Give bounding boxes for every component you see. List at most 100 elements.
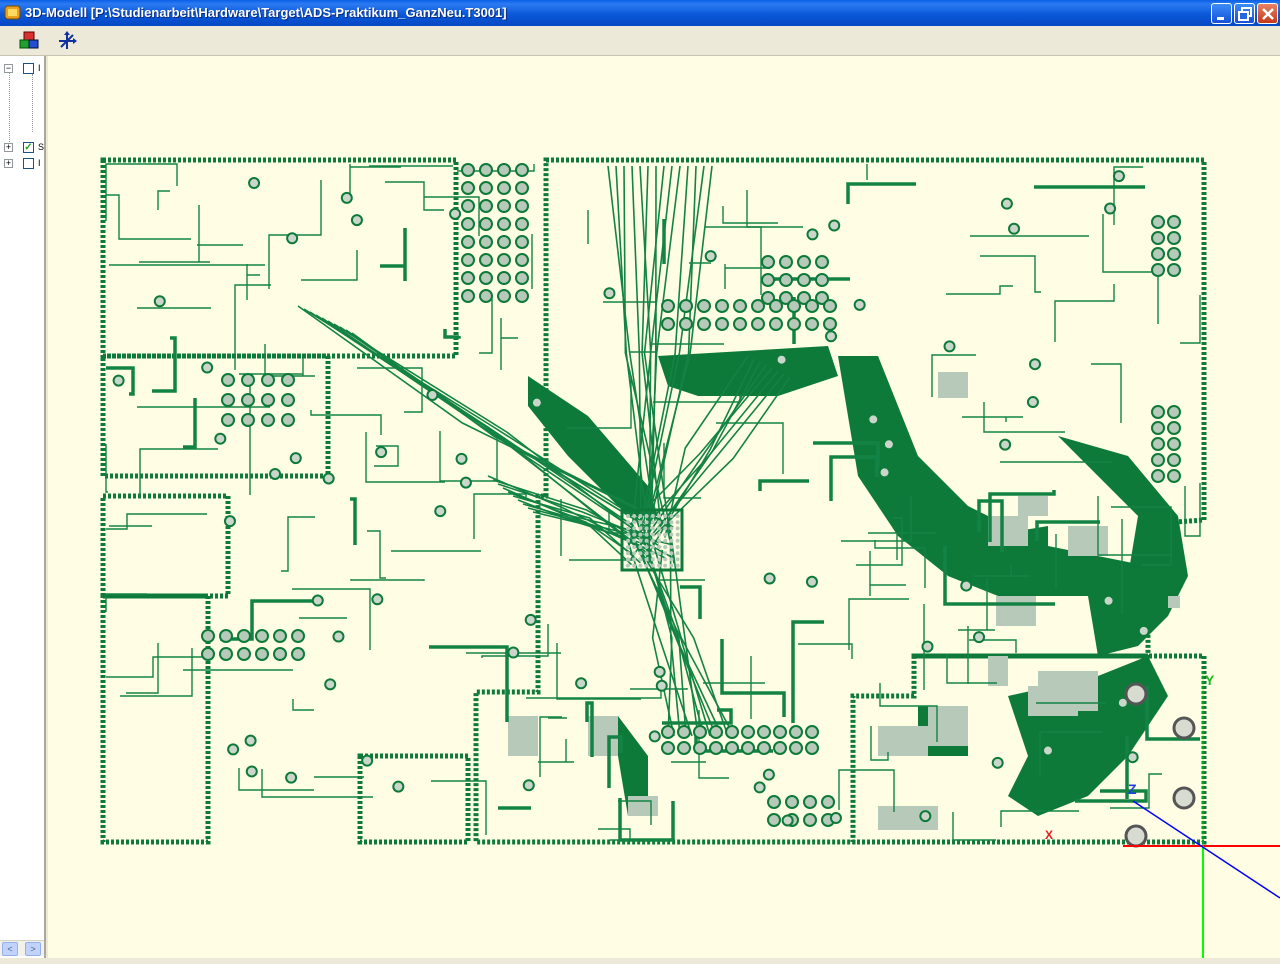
horizontal-scrollbar[interactable]: < > <box>0 940 44 956</box>
layers-3d-button[interactable] <box>17 29 41 53</box>
connector-pin <box>479 253 493 267</box>
trace <box>380 228 407 281</box>
via <box>371 593 384 606</box>
connector-pin <box>697 299 711 313</box>
via <box>459 476 472 489</box>
connector-pin <box>1151 247 1165 261</box>
layer-checkbox[interactable] <box>23 63 34 74</box>
via <box>853 298 866 311</box>
trace <box>429 645 509 722</box>
connector-pin <box>273 647 287 661</box>
bga-ball <box>638 551 643 556</box>
connector-pin <box>803 795 817 809</box>
scroll-left-icon[interactable]: < <box>2 942 18 956</box>
maximize-button[interactable] <box>1234 3 1255 24</box>
bga-ball <box>638 514 643 518</box>
connector-pin <box>281 413 295 427</box>
copper-pours <box>528 346 1188 816</box>
via <box>530 396 543 409</box>
bga-ball <box>644 514 649 518</box>
via <box>1008 222 1021 235</box>
via <box>991 756 1004 769</box>
trace <box>292 588 371 650</box>
tree-label: S <box>38 142 45 152</box>
connector-pin <box>741 725 755 739</box>
via <box>653 665 666 678</box>
connector-pin <box>219 629 233 643</box>
pcb-render[interactable] <box>48 56 1280 958</box>
connector-pin <box>515 163 529 177</box>
collapse-toggle[interactable]: − <box>4 64 13 73</box>
connector-pin <box>515 235 529 249</box>
trace <box>791 620 824 723</box>
connector-pin <box>237 647 251 661</box>
via <box>648 730 661 743</box>
bga-ball <box>632 514 637 518</box>
via <box>1026 396 1039 409</box>
trace <box>720 639 786 717</box>
connector-pin <box>461 181 475 195</box>
minimize-button[interactable] <box>1211 3 1232 24</box>
bga-ball <box>663 545 668 549</box>
connector-pin <box>497 289 511 303</box>
via <box>286 232 299 245</box>
via <box>805 575 818 588</box>
via <box>960 579 973 592</box>
connector-pin <box>241 413 255 427</box>
tree-label: I <box>38 63 41 73</box>
expand-toggle[interactable]: + <box>4 159 13 168</box>
trace <box>183 398 197 449</box>
bga-ball <box>632 557 637 562</box>
connector-pin <box>1167 437 1181 451</box>
close-icon <box>1262 8 1274 20</box>
expand-toggle[interactable]: + <box>4 143 13 152</box>
via <box>763 572 776 585</box>
y-axis-label: Y <box>1205 672 1215 688</box>
bga-ball <box>669 526 674 531</box>
axis-orientation-button[interactable] <box>55 29 79 53</box>
connector-pin <box>823 299 837 313</box>
via <box>1029 358 1042 371</box>
trace <box>869 551 906 596</box>
bga-ball <box>675 526 680 531</box>
via <box>245 765 258 778</box>
connector-pin <box>515 199 529 213</box>
bga-ball <box>663 532 668 537</box>
close-button[interactable] <box>1257 3 1278 24</box>
connector-pin <box>741 741 755 755</box>
bga-ball <box>657 538 661 543</box>
layer-checkbox-checked[interactable]: ✓ <box>23 142 34 153</box>
layer-checkbox[interactable] <box>23 158 34 169</box>
scroll-right-icon[interactable]: > <box>25 942 41 956</box>
via <box>248 177 261 190</box>
toolbar <box>0 26 1280 56</box>
trace <box>310 410 382 435</box>
connector-pin <box>201 629 215 643</box>
connector-pin <box>751 317 765 331</box>
via <box>201 361 214 374</box>
via <box>227 743 240 756</box>
window-title: 3D-Modell [P:\Studienarbeit\Hardware\Tar… <box>25 5 507 20</box>
tree-connector <box>32 74 33 132</box>
bga-ball <box>675 551 680 556</box>
trace <box>301 250 358 281</box>
bga-ball <box>675 545 680 549</box>
trace <box>539 716 562 777</box>
connector-pin <box>515 289 529 303</box>
bga-ball <box>663 526 668 531</box>
trace <box>439 431 498 482</box>
connector-pin <box>761 273 775 287</box>
connector-pin <box>661 741 675 755</box>
app-icon[interactable] <box>4 4 21 21</box>
layer-tree-pane[interactable]: − I + ✓ S + I < > <box>0 56 46 964</box>
bga-ball <box>638 563 643 568</box>
trace <box>157 190 170 210</box>
via <box>1102 594 1115 607</box>
3d-viewport[interactable]: Y Z X <box>48 56 1280 958</box>
restore-icon <box>1238 7 1252 21</box>
connector-pin <box>479 289 493 303</box>
connector-pin <box>1167 421 1181 435</box>
connector-pin <box>255 647 269 661</box>
via <box>655 679 668 692</box>
bga-ball <box>669 532 674 537</box>
